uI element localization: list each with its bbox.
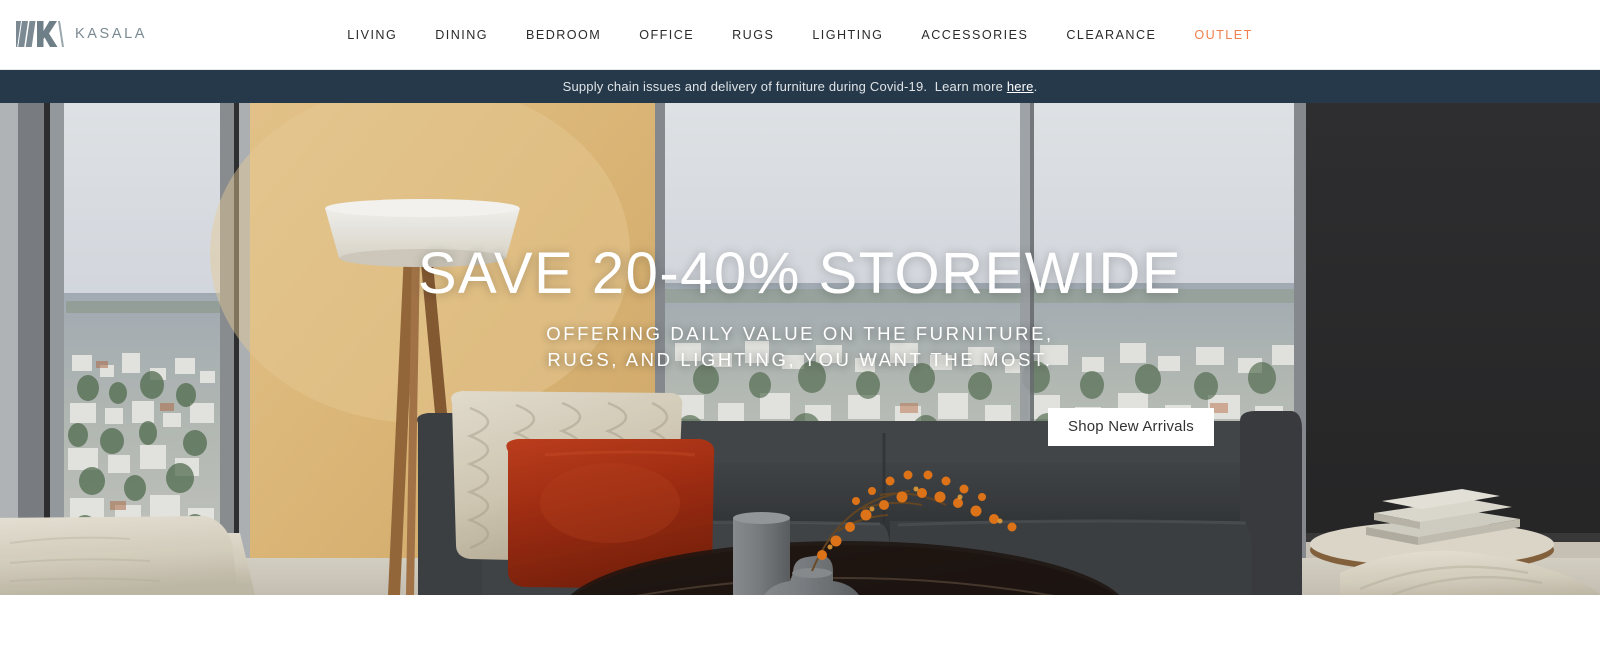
- nav-item-bedroom[interactable]: BEDROOM: [507, 28, 620, 42]
- shop-new-arrivals-button[interactable]: Shop New Arrivals: [1048, 408, 1214, 446]
- announcement-learn-more-link[interactable]: here: [1007, 79, 1034, 94]
- announcement-text: Supply chain issues and delivery of furn…: [563, 79, 1038, 94]
- hero-photo: [0, 103, 1600, 595]
- nav-item-dining[interactable]: DINING: [416, 28, 507, 42]
- nav-item-office[interactable]: OFFICE: [620, 28, 713, 42]
- nav-item-accessories[interactable]: ACCESSORIES: [902, 28, 1047, 42]
- announcement-text-before: Supply chain issues and delivery of furn…: [562, 79, 1007, 94]
- nav-item-outlet[interactable]: OUTLET: [1175, 28, 1271, 42]
- nav-item-rugs[interactable]: RUGS: [713, 28, 793, 42]
- nav-item-clearance[interactable]: CLEARANCE: [1047, 28, 1175, 42]
- page-root: KASALA LIVING DINING BEDROOM OFFICE RUGS…: [0, 0, 1600, 657]
- below-fold-spacer: [0, 595, 1600, 657]
- nav-item-living[interactable]: LIVING: [328, 28, 416, 42]
- site-header: KASALA LIVING DINING BEDROOM OFFICE RUGS…: [0, 0, 1600, 70]
- nav-item-lighting[interactable]: LIGHTING: [793, 28, 902, 42]
- announcement-bar: Supply chain issues and delivery of furn…: [0, 70, 1600, 103]
- primary-nav: LIVING DINING BEDROOM OFFICE RUGS LIGHTI…: [0, 0, 1600, 69]
- hero-banner: SAVE 20-40% STOREWIDE OFFERING DAILY VAL…: [0, 103, 1600, 595]
- announcement-text-after: .: [1033, 79, 1038, 94]
